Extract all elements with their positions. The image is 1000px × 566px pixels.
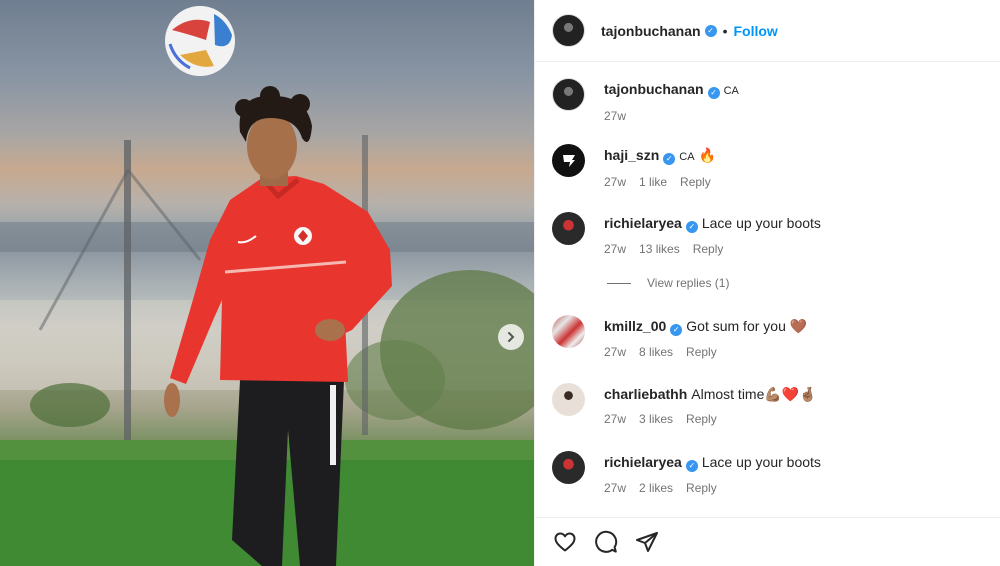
verified-badge-icon: ✓ (685, 221, 698, 233)
heart-icon (554, 532, 576, 552)
comment-age: 27w (604, 481, 627, 495)
separator-dot: • (722, 22, 728, 39)
paper-plane-icon (636, 532, 658, 552)
view-replies-label: View replies (1) (647, 276, 730, 290)
reply-button[interactable]: Reply (686, 412, 717, 426)
replies-divider (607, 282, 631, 284)
soccer-ball (165, 6, 235, 76)
next-photo-button[interactable] (498, 324, 524, 350)
post-photo[interactable] (0, 0, 534, 566)
commenter-username[interactable]: kmillz_00 (604, 318, 666, 334)
commenter-avatar[interactable] (552, 212, 585, 245)
comment-button[interactable] (593, 529, 619, 555)
comment-age: 27w (604, 345, 627, 359)
like-button[interactable] (552, 529, 578, 555)
author-avatar[interactable] (552, 14, 585, 47)
comment-likes[interactable]: 1 like (639, 175, 667, 189)
comment-likes[interactable]: 2 likes (639, 481, 673, 495)
author-username[interactable]: tajonbuchanan (601, 23, 701, 39)
commenter-avatar[interactable] (552, 315, 585, 348)
comment-flag: CA (679, 151, 695, 163)
verified-badge-icon: ✓ (670, 324, 683, 336)
commenter-avatar[interactable] (552, 144, 585, 177)
commenter-avatar[interactable] (552, 383, 585, 416)
comment-text: Lace up your boots (701, 454, 821, 470)
commenter-username[interactable]: tajonbuchanan (604, 81, 704, 97)
reply-button[interactable]: Reply (686, 345, 717, 359)
comment-likes[interactable]: 13 likes (639, 242, 680, 256)
comment-age: 27w (604, 412, 627, 426)
share-button[interactable] (634, 529, 660, 555)
post-side-panel: tajonbuchanan ✓ • Follow tajonbuchanan ✓ C… (534, 0, 1000, 566)
post-header: tajonbuchanan ✓ • Follow (535, 0, 1000, 62)
comment-text: CA (723, 85, 739, 97)
comment-likes[interactable]: 8 likes (639, 345, 673, 359)
commenter-avatar[interactable] (552, 451, 585, 484)
view-replies-button[interactable]: View replies (1) (607, 276, 729, 290)
comment-text: Lace up your boots (701, 215, 821, 231)
comment-age: 27w (604, 242, 627, 256)
comments-list[interactable]: tajonbuchanan ✓ CA 27w haji_szn ✓ CA 🔥 27w 1 l… (535, 62, 1000, 517)
reply-button[interactable]: Reply (680, 175, 711, 189)
comment-age: 27w (604, 109, 627, 123)
verified-badge-icon: ✓ (685, 460, 698, 472)
reply-button[interactable]: Reply (693, 242, 724, 256)
photo-scene (0, 6, 534, 566)
verified-badge-icon: ✓ (704, 24, 717, 37)
comment-text: 🔥 (698, 147, 716, 163)
verified-badge-icon: ✓ (663, 153, 676, 165)
commenter-username[interactable]: richielaryea (604, 454, 682, 470)
commenter-username[interactable]: richielaryea (604, 215, 682, 231)
follow-button[interactable]: Follow (733, 23, 777, 39)
comment-text: Almost time💪🏽❤️🤞🏽 (691, 386, 817, 402)
commenter-username[interactable]: haji_szn (604, 147, 659, 163)
reply-button[interactable]: Reply (686, 481, 717, 495)
post-actions-bar (535, 517, 1000, 566)
verified-badge-icon: ✓ (707, 87, 720, 99)
commenter-username[interactable]: charliebathh (604, 386, 687, 402)
comment-text: Got sum for you 🤎 (686, 318, 808, 334)
brand-logo-icon (562, 154, 575, 167)
commenter-avatar[interactable] (552, 78, 585, 111)
comment-bubble-icon (595, 530, 618, 553)
chevron-right-icon (508, 332, 515, 342)
comment-likes[interactable]: 3 likes (639, 412, 673, 426)
comment-age: 27w (604, 175, 627, 189)
